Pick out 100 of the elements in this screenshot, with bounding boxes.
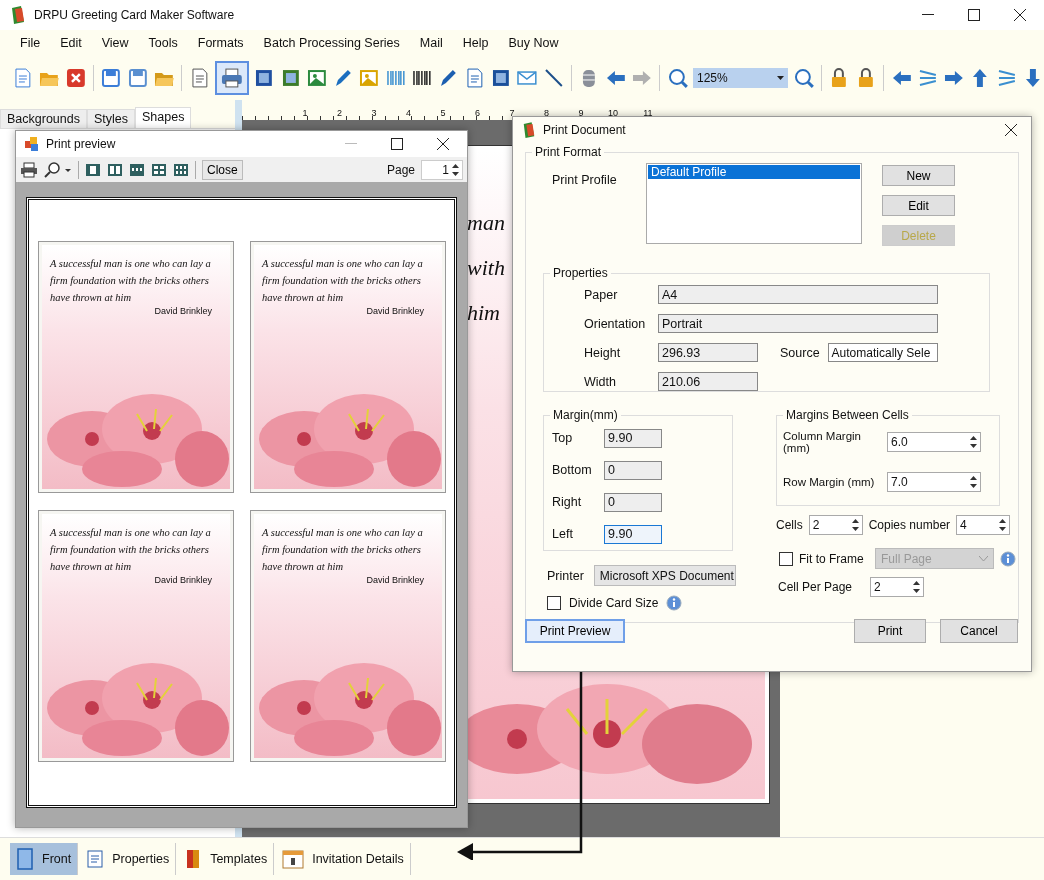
orientation-field[interactable]: Portrait xyxy=(658,314,938,333)
one-page-icon[interactable] xyxy=(85,162,101,177)
spinner-arrows-icon[interactable] xyxy=(969,435,978,449)
card-author: David Brinkley xyxy=(365,306,424,316)
margin-field[interactable]: 0 xyxy=(604,460,662,480)
printer-icon[interactable] xyxy=(20,161,38,178)
field-label: Height xyxy=(584,345,622,360)
zoom-dropdown[interactable]: 125% xyxy=(693,68,789,88)
height-field[interactable]: 296.93 xyxy=(658,343,758,362)
margin-field[interactable]: 0 xyxy=(604,492,662,512)
close-icon[interactable] xyxy=(1005,124,1017,136)
spin-field[interactable]: 7.0 xyxy=(887,472,981,492)
ruler-number: 9 xyxy=(577,108,584,120)
menu-item[interactable]: Mail xyxy=(419,36,443,50)
image-icon[interactable] xyxy=(305,67,328,89)
panel-tab[interactable]: Shapes xyxy=(135,107,192,128)
margin-field[interactable]: 9.90 xyxy=(604,524,662,544)
field-label: Cells xyxy=(776,518,803,532)
three-pages-icon[interactable] xyxy=(129,162,145,177)
checkbox-label: Fit to Frame xyxy=(799,551,865,566)
ruler-number: 1 xyxy=(301,108,308,120)
profile-button[interactable]: New xyxy=(882,165,955,186)
spinner-arrows-icon[interactable] xyxy=(850,518,860,532)
checkbox[interactable] xyxy=(779,551,793,566)
info-icon[interactable] xyxy=(1000,550,1016,567)
panel-tab[interactable]: Styles xyxy=(86,109,135,128)
dialog-button[interactable]: Print Preview xyxy=(525,619,625,643)
menu-item[interactable]: View xyxy=(101,36,129,50)
view-tab[interactable]: Front xyxy=(10,843,79,875)
two-pages-icon[interactable] xyxy=(107,162,123,177)
ruler-number: 6 xyxy=(474,108,480,120)
width-field[interactable]: 210.06 xyxy=(658,372,758,391)
field-label: Width xyxy=(584,374,617,389)
minimize-icon[interactable] xyxy=(922,14,934,16)
menu-item[interactable]: File xyxy=(20,36,41,50)
card-author: David Brinkley xyxy=(153,306,212,316)
page-spinner[interactable]: 1 xyxy=(421,159,463,180)
profile-list[interactable]: Default Profile xyxy=(646,163,862,244)
six-pages-icon[interactable] xyxy=(173,162,189,177)
spin-field[interactable]: 2 xyxy=(870,577,924,597)
source-field[interactable]: Automatically Sele xyxy=(827,343,938,362)
checkbox[interactable] xyxy=(547,596,561,610)
zoom-icon[interactable] xyxy=(44,161,72,178)
margin-field[interactable]: 9.90 xyxy=(604,428,662,448)
menu-item[interactable]: Buy Now xyxy=(508,36,559,50)
close-icon[interactable] xyxy=(437,138,449,150)
app-logo-icon xyxy=(10,6,26,24)
info-icon[interactable] xyxy=(666,595,683,611)
menu-item[interactable]: Batch Processing Series xyxy=(263,36,400,50)
spin-field[interactable]: 4 xyxy=(956,515,1011,535)
save-icon[interactable] xyxy=(100,67,123,89)
menu-item[interactable]: Tools xyxy=(148,36,178,50)
ruler-number: 3 xyxy=(370,108,377,120)
printer-icon[interactable] xyxy=(215,61,249,95)
paper-field[interactable]: A4 xyxy=(658,285,938,304)
field-label: Column Margin (mm) xyxy=(783,430,862,454)
close-button[interactable]: Close xyxy=(202,159,243,180)
field-label: Left xyxy=(552,527,574,541)
menu-item[interactable]: Formats xyxy=(197,36,244,50)
spinner-arrows-icon[interactable] xyxy=(998,518,1008,532)
dialog-button[interactable]: Cancel xyxy=(940,619,1018,643)
dialog-title: Print Document xyxy=(543,123,626,137)
four-pages-icon[interactable] xyxy=(151,162,167,177)
field-label: Source xyxy=(780,345,820,360)
ruler-number: 11 xyxy=(642,108,653,120)
menu-item[interactable]: Edit xyxy=(60,36,82,50)
maximize-icon[interactable] xyxy=(391,138,403,150)
field-label: Top xyxy=(552,431,574,445)
close-icon[interactable] xyxy=(1014,9,1026,21)
view-tab[interactable]: Properties xyxy=(80,843,177,875)
spinner-arrows-icon[interactable] xyxy=(451,161,460,178)
maximize-icon[interactable] xyxy=(968,9,980,21)
view-tab[interactable]: Invitation Details xyxy=(276,843,411,875)
calendar-icon xyxy=(282,849,305,869)
panel-tab[interactable]: Backgrounds xyxy=(0,109,87,128)
zoom-in-icon[interactable] xyxy=(666,67,689,89)
spin-field[interactable]: 2 xyxy=(808,515,863,535)
zoom-out-icon[interactable] xyxy=(792,67,815,89)
spin-field[interactable]: 6.0 xyxy=(887,432,981,452)
menu-item[interactable]: Help xyxy=(462,36,489,50)
field-label: Paper xyxy=(584,287,619,302)
spinner-arrows-icon[interactable] xyxy=(969,475,978,489)
spinner-arrows-icon[interactable] xyxy=(912,580,921,594)
page-label: Page xyxy=(386,162,415,177)
save-as-icon[interactable] xyxy=(126,67,149,89)
field-label: Cell Per Page xyxy=(778,580,854,594)
group-title: Margins Between Cells xyxy=(785,408,910,422)
dialog-button[interactable]: Print xyxy=(854,619,926,643)
ruler-number: 5 xyxy=(439,108,446,120)
window-title: Print preview xyxy=(46,137,116,151)
view-tab[interactable]: Templates xyxy=(178,843,275,875)
card-author: David Brinkley xyxy=(153,575,212,585)
profile-button[interactable]: Edit xyxy=(882,195,955,216)
document-icon xyxy=(86,849,105,869)
group-title: Print Format xyxy=(534,145,602,159)
ruler-number: 7 xyxy=(508,108,515,120)
list-item[interactable]: Default Profile xyxy=(648,165,860,179)
printer-dropdown[interactable]: Microsoft XPS Document xyxy=(593,565,736,586)
window-icon xyxy=(25,137,39,151)
checkbox-label: Divide Card Size xyxy=(569,596,659,610)
